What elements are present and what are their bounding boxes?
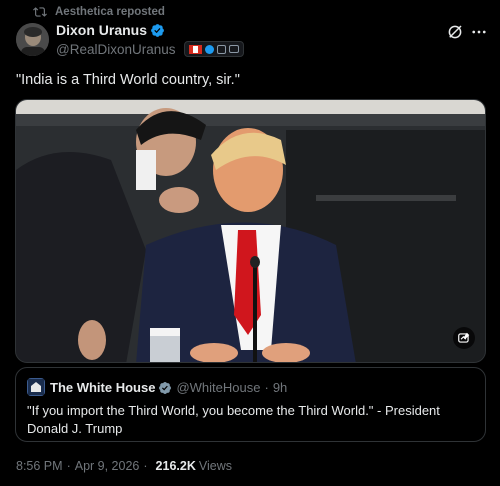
grok-icon[interactable]	[446, 23, 464, 41]
globe-icon	[204, 44, 214, 54]
tweet-footer: 8:56 PM · Apr 9, 2026 · 216.2K Views	[16, 459, 232, 473]
quote-avatar[interactable]	[27, 378, 45, 396]
tweet-date[interactable]: Apr 9, 2026	[75, 459, 140, 473]
footer-separator-2: ·	[143, 459, 148, 473]
repost-icon	[33, 7, 47, 17]
repost-indicator[interactable]: Aesthetica reposted	[33, 5, 165, 19]
repost-label: Aesthetica reposted	[55, 6, 165, 18]
verified-badge-icon	[151, 23, 164, 37]
white-house-logo-icon	[28, 379, 44, 395]
gray-verified-badge-icon	[159, 381, 172, 394]
info-icon	[216, 44, 226, 54]
profile-badges	[183, 41, 244, 57]
quote-time[interactable]: 9h	[273, 380, 287, 395]
more-icon[interactable]	[470, 23, 488, 41]
tweet-time[interactable]: 8:56 PM	[16, 459, 63, 473]
camera-icon	[228, 45, 239, 53]
author-handle[interactable]: @RealDixonUranus	[56, 42, 176, 57]
author-name-row[interactable]: Dixon Uranus	[56, 22, 165, 38]
quoted-tweet[interactable]: The White House @WhiteHouse · 9h "If you…	[15, 367, 486, 442]
views-label: Views	[198, 459, 232, 473]
image-edit-button[interactable]	[453, 327, 475, 349]
quote-separator: ·	[264, 380, 269, 395]
quote-handle: @WhiteHouse	[176, 380, 261, 395]
photo-illustration	[16, 100, 485, 362]
image-edit-icon	[458, 332, 470, 343]
quote-author-name[interactable]: The White House	[50, 380, 155, 395]
author-name[interactable]: Dixon Uranus	[56, 22, 147, 38]
avatar[interactable]	[16, 23, 49, 56]
tweet-text: "India is a Third World country, sir."	[16, 72, 240, 88]
quote-header: The White House @WhiteHouse · 9h	[50, 380, 287, 395]
tweet-image[interactable]	[15, 99, 486, 363]
views-count[interactable]: 216.2K	[156, 459, 196, 473]
canada-flag-icon	[188, 44, 202, 54]
footer-separator: ·	[66, 459, 71, 473]
author-handle-row: @RealDixonUranus	[56, 41, 244, 57]
quote-text: "If you import the Third World, you beco…	[27, 403, 440, 436]
